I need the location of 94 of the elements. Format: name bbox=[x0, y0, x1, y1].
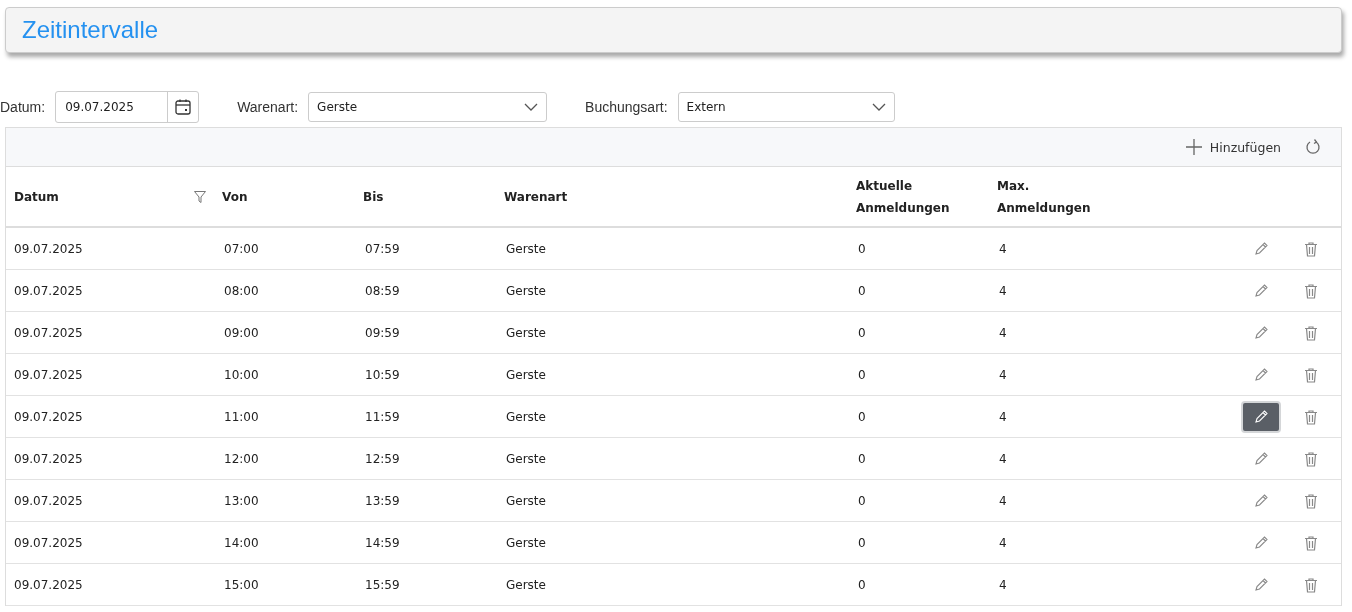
table-cell: 09.07.2025 bbox=[14, 283, 83, 298]
dropdown[interactable]: Gerste bbox=[308, 92, 548, 122]
table-cell: 07:59 bbox=[365, 241, 400, 256]
table-cell: 4 bbox=[999, 325, 1007, 340]
table-cell: 0 bbox=[858, 493, 866, 508]
table-cell: 13:59 bbox=[365, 493, 400, 508]
trash-icon bbox=[1303, 324, 1319, 341]
filter-label: Buchungsart: bbox=[585, 99, 668, 115]
table-cell: 09.07.2025 bbox=[14, 409, 83, 424]
caret-icon bbox=[524, 103, 539, 111]
table-cell: 07:00 bbox=[224, 241, 259, 256]
table-cell: 09.07.2025 bbox=[14, 535, 83, 550]
table-cell: 14:00 bbox=[224, 535, 259, 550]
table-cell: 4 bbox=[999, 577, 1007, 592]
trash-icon bbox=[1303, 366, 1319, 383]
trash-icon bbox=[1303, 534, 1319, 551]
table-cell: 09.07.2025 bbox=[14, 577, 83, 592]
table-cell: 4 bbox=[999, 409, 1007, 424]
table-cell: 10:59 bbox=[365, 367, 400, 382]
date-field[interactable]: 09.07.2025 bbox=[55, 91, 200, 123]
table-cell: 13:00 bbox=[224, 493, 259, 508]
column-header[interactable]: Aktuelle Anmeldungen bbox=[856, 174, 950, 219]
table-cell: 08:59 bbox=[365, 283, 400, 298]
table-cell: 14:59 bbox=[365, 535, 400, 550]
table-cell: Gerste bbox=[506, 493, 546, 508]
table-cell: 0 bbox=[858, 409, 866, 424]
pencil-icon bbox=[1253, 324, 1269, 341]
table-cell: 0 bbox=[858, 325, 866, 340]
pencil-icon bbox=[1253, 408, 1269, 425]
table-cell: 12:00 bbox=[224, 451, 259, 466]
table-cell: 0 bbox=[858, 577, 866, 592]
page-title: Zeitintervalle bbox=[22, 16, 159, 44]
table-cell: Gerste bbox=[506, 241, 546, 256]
table-cell: 09.07.2025 bbox=[14, 451, 83, 466]
pencil-icon bbox=[1253, 282, 1269, 299]
pencil-icon bbox=[1253, 534, 1269, 551]
trash-icon bbox=[1303, 450, 1319, 467]
pencil-icon bbox=[1253, 240, 1269, 257]
pencil-icon bbox=[1253, 450, 1269, 467]
table-cell: Gerste bbox=[506, 577, 546, 592]
table-cell: 09.07.2025 bbox=[14, 241, 83, 256]
column-header[interactable]: Datum bbox=[14, 185, 59, 208]
dropdown[interactable]: Extern bbox=[677, 92, 895, 122]
filter-icon[interactable] bbox=[194, 190, 206, 203]
filter-label: Datum: bbox=[0, 99, 46, 115]
caret-icon bbox=[871, 103, 886, 111]
table-cell: 4 bbox=[999, 367, 1007, 382]
column-header[interactable]: Bis bbox=[363, 185, 384, 208]
table-cell: 0 bbox=[858, 283, 866, 298]
add-button[interactable]: Hinzufügen bbox=[1183, 135, 1283, 159]
table-cell: 12:59 bbox=[365, 451, 400, 466]
filter-label: Warenart: bbox=[237, 99, 299, 115]
column-header[interactable]: Von bbox=[222, 185, 248, 208]
trash-icon bbox=[1303, 408, 1319, 425]
pencil-icon bbox=[1253, 366, 1269, 383]
trash-icon bbox=[1303, 492, 1319, 509]
table-cell: Gerste bbox=[506, 283, 546, 298]
table-cell: 0 bbox=[858, 451, 866, 466]
table-cell: 0 bbox=[858, 241, 866, 256]
table-cell: Gerste bbox=[506, 535, 546, 550]
column-header[interactable]: Max. Anmeldungen bbox=[997, 174, 1091, 219]
table-cell: 0 bbox=[858, 535, 866, 550]
table-cell: 10:00 bbox=[224, 367, 259, 382]
table-cell: 4 bbox=[999, 283, 1007, 298]
table-cell: 11:59 bbox=[365, 409, 400, 424]
refresh-button[interactable] bbox=[1303, 137, 1323, 157]
pencil-icon bbox=[1253, 576, 1269, 593]
trash-icon bbox=[1303, 282, 1319, 299]
column-header[interactable]: Warenart bbox=[504, 185, 568, 208]
table-cell: 0 bbox=[858, 367, 866, 382]
table-cell: 09.07.2025 bbox=[14, 367, 83, 382]
calendar-icon bbox=[175, 99, 192, 115]
table-cell: 09:00 bbox=[224, 325, 259, 340]
table-cell: Gerste bbox=[506, 367, 546, 382]
plus-icon bbox=[1185, 139, 1202, 155]
table-cell: 09.07.2025 bbox=[14, 493, 83, 508]
table-cell: 4 bbox=[999, 535, 1007, 550]
trash-icon bbox=[1303, 576, 1319, 593]
refresh-icon bbox=[1305, 139, 1321, 155]
table-cell: 15:00 bbox=[224, 577, 259, 592]
table-cell: Gerste bbox=[506, 409, 546, 424]
pencil-icon bbox=[1253, 492, 1269, 509]
table-cell: 4 bbox=[999, 451, 1007, 466]
table-cell: 4 bbox=[999, 493, 1007, 508]
table-cell: 08:00 bbox=[224, 283, 259, 298]
table-cell: 09.07.2025 bbox=[14, 325, 83, 340]
edit-button[interactable] bbox=[1241, 400, 1281, 433]
table-cell: 11:00 bbox=[224, 409, 259, 424]
table-cell: 4 bbox=[999, 241, 1007, 256]
table-cell: 15:59 bbox=[365, 577, 400, 592]
table-cell: 09:59 bbox=[365, 325, 400, 340]
table-cell: Gerste bbox=[506, 325, 546, 340]
table-cell: Gerste bbox=[506, 451, 546, 466]
trash-icon bbox=[1303, 240, 1319, 257]
